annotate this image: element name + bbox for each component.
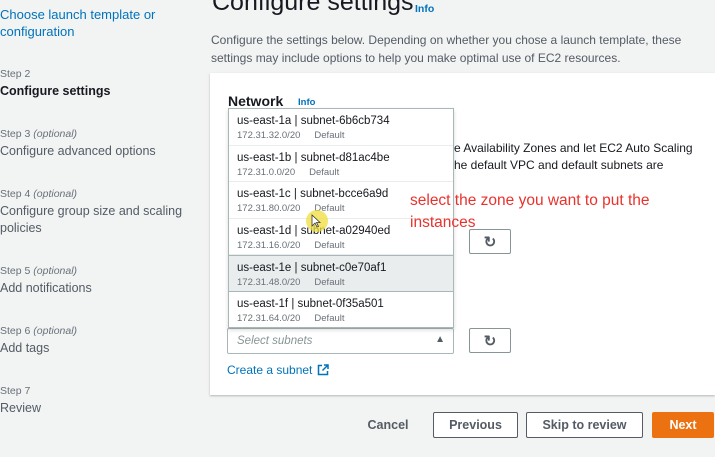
subnet-select-placeholder: Select subnets <box>237 335 313 347</box>
subnet-option-cidr: 172.31.0.0/20 <box>237 166 296 178</box>
subnet-option-tag: Default <box>314 277 345 288</box>
step-title: Add tags <box>0 341 50 355</box>
step-title: Review <box>0 401 41 415</box>
network-title: Network <box>228 93 284 109</box>
cancel-button[interactable]: Cancel <box>358 412 418 438</box>
nav-link-choose-launch-template[interactable]: Choose launch template or configuration <box>0 6 185 40</box>
step-number: Step 4 (optional) <box>0 188 78 200</box>
nav-step-group-size[interactable]: Step 4 (optional) Configure group size a… <box>0 188 185 237</box>
skip-to-review-button[interactable]: Skip to review <box>526 412 643 438</box>
refresh-icon: ↻ <box>483 332 497 350</box>
step-title: Configure settings <box>0 84 111 98</box>
subnet-option[interactable]: us-east-1b | subnet-d81ac4be 172.31.0.0/… <box>229 146 453 182</box>
subnet-option-cidr: 172.31.64.0/20 <box>237 312 301 324</box>
subnet-option-name: us-east-1e | subnet-c0e70af1 <box>237 262 387 274</box>
step-title: Add notifications <box>0 281 92 295</box>
external-link-icon <box>318 364 330 376</box>
subnet-option-name: us-east-1a | subnet-6b6cb734 <box>237 115 390 127</box>
mouse-pointer-icon <box>311 214 321 228</box>
page-info-link[interactable]: Info <box>415 3 434 15</box>
create-subnet-label: Create a subnet <box>227 363 313 377</box>
subnet-option-cidr: 172.31.48.0/20 <box>237 277 301 288</box>
subnet-option-name: us-east-1f | subnet-0f35a501 <box>237 297 384 310</box>
subnet-option-tag: Default <box>309 166 340 178</box>
step-number: Step 3 (optional) <box>0 128 78 140</box>
tutorial-annotation: select the zone you want to put the inst… <box>410 192 650 231</box>
page-title: Configure settings <box>212 0 414 16</box>
subnet-option-cidr: 172.31.16.0/20 <box>237 239 301 251</box>
nav-step-advanced-options[interactable]: Step 3 (optional) Configure advanced opt… <box>0 128 185 160</box>
step-title: Configure group size and scaling policie… <box>0 204 183 235</box>
subnet-select[interactable]: Select subnets ▲ <box>227 328 454 354</box>
step-number: Step 7 <box>0 385 31 397</box>
wizard-nav: Choose launch template or configuration … <box>0 0 190 457</box>
step-title: Configure advanced options <box>0 144 156 158</box>
previous-button[interactable]: Previous <box>433 412 518 438</box>
refresh-subnets-button[interactable]: ↻ <box>469 328 511 353</box>
subnet-option[interactable]: us-east-1e | subnet-c0e70af1 172.31.48.0… <box>229 255 453 292</box>
subnet-option-name: us-east-1b | subnet-d81ac4be <box>237 151 390 164</box>
refresh-icon: ↻ <box>483 233 497 251</box>
caret-up-icon: ▲ <box>435 334 445 345</box>
subnet-option-tag: Default <box>314 312 345 324</box>
next-button[interactable]: Next <box>652 412 714 438</box>
nav-step-notifications[interactable]: Step 5 (optional) Add notifications <box>0 265 185 297</box>
nav-step-review[interactable]: Step 7 Review <box>0 385 185 417</box>
nav-step-tags[interactable]: Step 6 (optional) Add tags <box>0 325 185 357</box>
subnet-option-cidr: 172.31.80.0/20 <box>237 203 301 214</box>
page-description: Configure the settings below. Depending … <box>211 33 682 65</box>
nav-step-configure-settings[interactable]: Step 2 Configure settings <box>0 68 185 100</box>
create-subnet-link[interactable]: Create a subnet <box>227 363 330 377</box>
network-info-link[interactable]: Info <box>298 97 315 108</box>
subnet-option-tag: Default <box>314 130 345 141</box>
subnet-option[interactable]: us-east-1f | subnet-0f35a501 172.31.64.0… <box>229 292 453 328</box>
subnet-option-tag: Default <box>314 239 345 251</box>
subnet-option[interactable]: us-east-1a | subnet-6b6cb734 172.31.32.0… <box>229 109 453 146</box>
network-description: e Availability Zones and let EC2 Auto Sc… <box>454 141 693 172</box>
subnet-option-cidr: 172.31.32.0/20 <box>237 130 301 141</box>
step-number: Step 2 <box>0 68 31 80</box>
step-number: Step 6 (optional) <box>0 325 78 337</box>
step-number: Step 5 (optional) <box>0 265 78 277</box>
